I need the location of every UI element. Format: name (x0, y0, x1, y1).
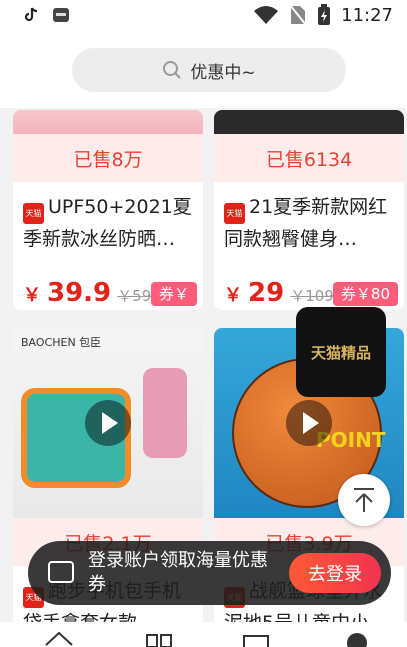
home-icon[interactable] (44, 630, 74, 647)
category-icon[interactable] (146, 634, 172, 647)
wifi-icon (254, 6, 279, 24)
coupon-badge: 券￥80 (332, 282, 398, 306)
product-image: BAOCHEN 包臣 (13, 328, 203, 518)
image-brand: BAOCHEN 包臣 (21, 336, 102, 349)
profile-icon[interactable] (344, 631, 370, 647)
tmall-tag: 天猫 (23, 203, 44, 224)
phone-pouch-graphic (143, 368, 187, 458)
sold-count: 已售6134 (214, 134, 404, 182)
price-row: ￥ 29 ￥109 (224, 278, 334, 310)
product-card[interactable]: 已售6134 天猫 21夏季新款网红同款翘臀健身… ￥ 29 ￥109 券￥80 (214, 110, 404, 310)
play-icon[interactable] (85, 400, 131, 446)
cart-icon[interactable] (242, 632, 272, 647)
search-input[interactable]: 优惠中~ (72, 48, 346, 92)
login-button[interactable]: 去登录 (289, 553, 381, 593)
ticket-icon (48, 561, 74, 583)
battery-charging-icon (318, 4, 331, 25)
tmall-premium-badge[interactable]: 天猫精品 (296, 307, 386, 397)
search-placeholder: 优惠中~ (190, 62, 256, 83)
product-title: 天猫 UPF50+2021夏季新款冰丝防晒… (23, 196, 192, 250)
currency-symbol: ￥ (23, 285, 41, 306)
no-sim-icon (289, 4, 307, 26)
login-banner-text: 登录账户领取海量优惠券 (88, 550, 268, 595)
product-card[interactable]: 已售8万 天猫 UPF50+2021夏季新款冰丝防晒… ￥ 39.9 ￥59.9 … (13, 110, 203, 310)
app-icon (53, 8, 69, 22)
login-banner: 登录账户领取海量优惠券 去登录 (28, 541, 391, 605)
product-image (214, 110, 404, 134)
header: 优惠中~ (0, 32, 407, 108)
badge-text: 天猫精品 (310, 343, 371, 362)
status-bar: 11:27 (0, 0, 407, 32)
back-to-top-button[interactable] (338, 474, 390, 526)
tmall-tag: 天猫 (224, 203, 245, 224)
price-row: ￥ 39.9 ￥59.9 (23, 278, 166, 310)
price: 39.9 (47, 278, 112, 308)
product-title: 天猫 21夏季新款网红同款翘臀健身… (224, 196, 388, 250)
coupon-badge: 券￥ (150, 282, 197, 306)
clock: 11:27 (341, 4, 393, 26)
price: 29 (248, 278, 285, 308)
bottom-nav (0, 622, 407, 647)
sold-count: 已售8万 (13, 134, 203, 182)
tiktok-icon (24, 7, 38, 22)
product-image (13, 110, 203, 134)
search-icon (163, 61, 182, 79)
currency-symbol: ￥ (224, 285, 242, 306)
original-price: ￥109 (290, 287, 334, 305)
arrow-up-icon (354, 488, 374, 512)
play-icon[interactable] (286, 400, 332, 446)
